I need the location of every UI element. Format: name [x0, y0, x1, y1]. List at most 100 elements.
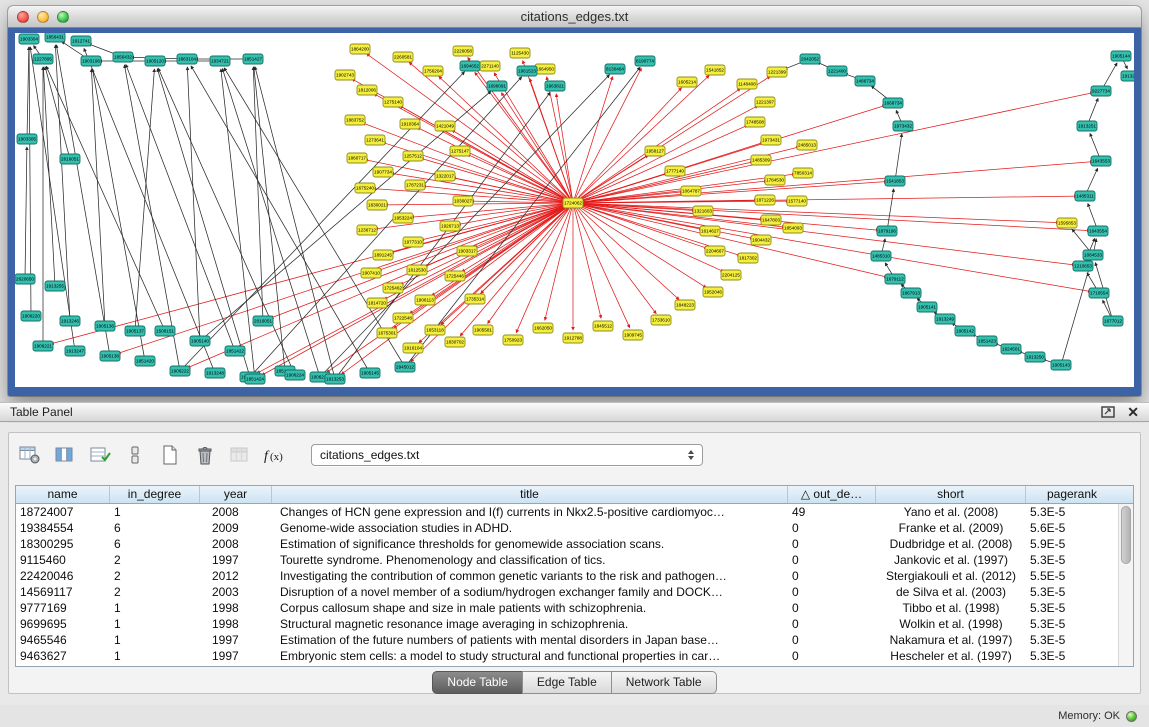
graph-node[interactable]: 1675240 [355, 183, 375, 193]
graph-node[interactable]: 1221399 [767, 67, 787, 77]
graph-node[interactable]: 1913255 [45, 281, 65, 291]
graph-node[interactable]: 1647803 [761, 215, 781, 225]
graph-node[interactable]: 2204667 [705, 246, 725, 256]
column-header-title[interactable]: title [272, 486, 788, 503]
minimize-window-button[interactable] [37, 11, 49, 23]
graph-edge[interactable] [135, 69, 154, 331]
graph-node[interactable]: 1867913 [901, 288, 921, 298]
graph-edge[interactable] [180, 72, 464, 371]
graph-node[interactable]: 1677012 [1103, 316, 1123, 326]
table-row[interactable]: 9699695 1 1998 Structural magnetic reson… [16, 616, 1118, 632]
graph-node[interactable]: 1830021 [367, 200, 387, 210]
window-titlebar[interactable]: citations_edges.txt [8, 6, 1141, 28]
graph-edge[interactable] [573, 75, 709, 203]
graph-node[interactable]: 1710554 [1089, 288, 1109, 298]
graph-edge[interactable] [556, 94, 573, 203]
graph-node[interactable]: 1725462 [383, 283, 403, 293]
graph-node[interactable]: 1236712 [357, 225, 377, 235]
graph-edge[interactable] [253, 67, 263, 321]
graph-node[interactable]: 1879196 [877, 226, 897, 236]
graph-node[interactable]: 1675301 [377, 328, 397, 338]
table-row[interactable]: 14569117 2 2003 Disruption of a novel me… [16, 584, 1118, 600]
table-row[interactable]: 9465546 1 1997 Estimation of the future … [16, 632, 1118, 648]
graph-node[interactable]: 2616051 [60, 154, 80, 164]
graph-node[interactable]: 1863104 [177, 54, 197, 64]
delete-column-button[interactable] [192, 442, 218, 468]
graph-node[interactable]: 1907734 [373, 167, 393, 177]
graph-node[interactable]: 1952046 [703, 287, 723, 297]
graph-node[interactable]: 2271140 [480, 61, 500, 71]
column-header-out-degree[interactable]: △ out_de… [788, 486, 876, 503]
graph-node[interactable]: 1891245 [373, 250, 393, 260]
graph-node[interactable]: 1977310 [403, 237, 423, 247]
graph-edge[interactable] [895, 134, 902, 181]
selected-rows-button[interactable] [87, 442, 113, 468]
graph-node[interactable]: 1906220 [21, 311, 41, 321]
graph-node[interactable]: 1905138 [100, 351, 120, 361]
graph-node[interactable]: 1486734 [855, 76, 875, 86]
vertical-scrollbar[interactable] [1118, 504, 1133, 666]
show-columns-button[interactable] [52, 442, 78, 468]
graph-edge[interactable] [887, 189, 894, 231]
table-row[interactable]: 18300295 6 2008 Estimation of significan… [16, 536, 1118, 552]
graph-node[interactable]: 1321603 [693, 206, 713, 216]
graph-node[interactable]: 1913248 [205, 368, 225, 378]
graph-node[interactable]: 1905137 [125, 326, 145, 336]
graph-node[interactable]: 1485311 [1075, 191, 1095, 201]
graph-edge[interactable] [573, 203, 1091, 292]
column-header-in-degree[interactable]: in_degree [110, 486, 200, 503]
graph-edge[interactable] [46, 66, 165, 331]
graph-node[interactable]: 1577140 [787, 196, 807, 206]
graph-node[interactable]: 1902743 [335, 70, 355, 80]
graph-node[interactable]: 1777140 [665, 166, 685, 176]
row-height-button[interactable] [122, 442, 148, 468]
column-header-year[interactable]: year [200, 486, 272, 503]
graph-node[interactable]: 1903317 [457, 246, 477, 256]
graph-node[interactable]: 1906113 [415, 295, 435, 305]
graph-node[interactable]: 1851427 [243, 54, 263, 64]
graph-node[interactable]: 1694652 [460, 61, 480, 71]
graph-node[interactable]: 1322017 [435, 171, 455, 181]
graph-node[interactable]: 1903196 [81, 56, 101, 66]
graph-node[interactable]: 1854093 [783, 223, 803, 233]
graph-node[interactable]: 1541852 [705, 65, 725, 75]
graph-node[interactable]: 1784530 [765, 175, 785, 185]
graph-node[interactable]: 1913247 [65, 346, 85, 356]
table-row[interactable]: 9115460 2 1997 Tourette syndrome. Phenom… [16, 552, 1118, 568]
graph-node[interactable]: 1830702 [445, 337, 465, 347]
graph-node[interactable]: 2260581 [393, 52, 413, 62]
graph-node[interactable]: 1485309 [751, 155, 771, 165]
graph-node[interactable]: 1664950 [535, 64, 555, 74]
graph-node[interactable]: 8130464 [605, 64, 625, 74]
graph-node[interactable]: 1913250 [1025, 352, 1045, 362]
graph-node[interactable]: 2945012 [395, 362, 415, 372]
graph-node[interactable]: 1605214 [677, 77, 697, 87]
import-table-button[interactable] [227, 442, 253, 468]
graph-node[interactable]: 1221397 [755, 97, 775, 107]
graph-node[interactable]: 2204125 [721, 270, 741, 280]
graph-node[interactable]: 1905144 [1111, 51, 1131, 61]
graph-node[interactable]: 1275147 [450, 146, 470, 156]
graph-node[interactable]: 1913253 [325, 374, 345, 384]
graph-edge[interactable] [573, 203, 679, 300]
graph-node[interactable]: 2042052 [800, 54, 820, 64]
graph-node[interactable]: 1814720 [367, 298, 387, 308]
graph-node[interactable]: 1653118 [425, 325, 445, 335]
graph-node[interactable]: 1421049 [435, 121, 455, 131]
graph-edge[interactable] [27, 47, 29, 139]
graph-node[interactable]: 1903305 [17, 134, 37, 144]
graph-edge[interactable] [573, 203, 1075, 265]
column-header-short[interactable]: short [876, 486, 1026, 503]
zoom-window-button[interactable] [57, 11, 69, 23]
graph-node[interactable]: 1612530 [407, 265, 427, 275]
graph-node[interactable]: 1913251 [1077, 121, 1097, 131]
graph-node[interactable]: 1275140 [383, 97, 403, 107]
tab-network-table[interactable]: Network Table [611, 671, 717, 694]
graph-node[interactable]: 1221400 [827, 66, 847, 76]
graph-node[interactable]: 1724062 [563, 198, 583, 208]
graph-node[interactable]: 1860717 [347, 153, 367, 163]
graph-node[interactable]: 1907410 [361, 268, 381, 278]
graph-node[interactable]: 1916104 [403, 343, 423, 353]
graph-edge[interactable] [126, 64, 235, 351]
graph-node[interactable]: 1848223 [675, 300, 695, 310]
